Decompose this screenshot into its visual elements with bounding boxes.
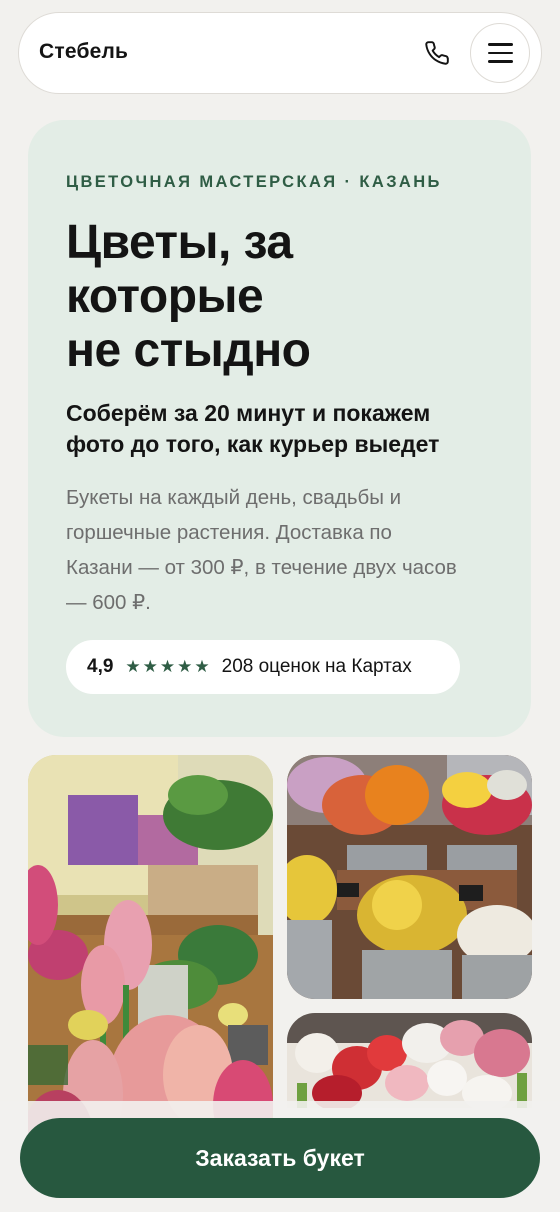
hero-eyebrow: ЦВЕТОЧНАЯ МАСТЕРСКАЯ · КАЗАНЬ bbox=[66, 173, 442, 191]
hero-description-line: горшечные растения. Доставка по bbox=[66, 521, 392, 544]
hero-title-line: не стыдно bbox=[66, 324, 311, 377]
phone-icon[interactable] bbox=[419, 35, 455, 71]
hero-description-line: Букеты на каждый день, свадьбы и bbox=[66, 486, 402, 509]
hamburger-menu-icon bbox=[487, 43, 513, 46]
brand-logo-text[interactable]: Стебель bbox=[39, 40, 128, 64]
header-bar: Стебель bbox=[0, 0, 560, 106]
hero-subtitle: Соберём за 20 минут и покажем фото до то… bbox=[66, 398, 506, 460]
hero-description-line: Казани — от 300 ₽, в течение двух часов bbox=[66, 556, 457, 579]
flower-buckets-image bbox=[287, 755, 532, 999]
page: ЦВЕТОЧНАЯ МАСТЕРСКАЯ · КАЗАНЬ Цветы, за … bbox=[0, 0, 560, 1212]
order-bouquet-button[interactable]: Заказать букет bbox=[20, 1118, 540, 1198]
menu-button[interactable] bbox=[470, 23, 530, 83]
hero-description-line: — 600 ₽. bbox=[66, 591, 151, 614]
rating-value: 4,9 bbox=[87, 656, 114, 677]
header: Стебель bbox=[18, 12, 542, 94]
hero-title-line: которые bbox=[66, 270, 264, 323]
hamburger-menu-icon bbox=[487, 60, 513, 63]
bottom-cta-bar: Заказать букет bbox=[0, 1101, 560, 1212]
rating-stars-icon: ★★★★★ bbox=[125, 657, 212, 676]
hero-subtitle-line: Соберём за 20 минут и покажем bbox=[66, 400, 431, 426]
hamburger-menu-icon bbox=[487, 51, 513, 55]
hero-title: Цветы, за которые не стыдно bbox=[66, 216, 486, 378]
hero-description: Букеты на каждый день, свадьбы и горшечн… bbox=[66, 480, 506, 620]
rating-label: 208 оценок на Картах bbox=[221, 656, 412, 677]
photo-flower-buckets[interactable] bbox=[287, 755, 532, 999]
hero-subtitle-line: фото до того, как курьер выедет bbox=[66, 431, 440, 457]
hero-card: ЦВЕТОЧНАЯ МАСТЕРСКАЯ · КАЗАНЬ Цветы, за … bbox=[28, 120, 531, 737]
hero-title-line: Цветы, за bbox=[66, 216, 293, 269]
rating-badge[interactable]: 4,9 ★★★★★ 208 оценок на Картах bbox=[66, 640, 460, 694]
